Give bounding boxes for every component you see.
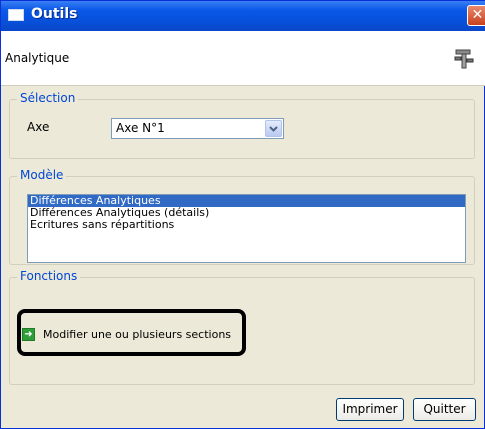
selection-group: Sélection Axe Axe N°1 bbox=[9, 91, 475, 159]
window-icon bbox=[8, 9, 24, 21]
axe-dropdown-value: Axe N°1 bbox=[116, 121, 165, 135]
modele-listbox[interactable]: Différences Analytiques Différences Anal… bbox=[27, 194, 466, 263]
axe-dropdown-button[interactable] bbox=[265, 120, 282, 137]
modele-group: Modèle Différences Analytiques Différenc… bbox=[9, 168, 475, 265]
outils-window: Outils ✕ Analytique Sélection Axe Axe N°… bbox=[0, 0, 485, 429]
annotation-highlight bbox=[17, 309, 246, 356]
header-label: Analytique bbox=[5, 51, 70, 65]
modele-legend: Modèle bbox=[17, 168, 67, 182]
axe-label: Axe bbox=[27, 120, 50, 134]
axe-dropdown[interactable]: Axe N°1 bbox=[111, 118, 284, 139]
quitter-button[interactable]: Quitter bbox=[413, 398, 476, 421]
selection-legend: Sélection bbox=[17, 91, 79, 105]
modele-list-item[interactable]: Ecritures sans répartitions bbox=[28, 219, 465, 231]
fonctions-legend: Fonctions bbox=[17, 269, 81, 283]
title-bar[interactable]: Outils ✕ bbox=[1, 1, 485, 31]
window-title: Outils bbox=[31, 6, 78, 22]
chevron-down-icon bbox=[269, 126, 278, 132]
tools-icon bbox=[454, 49, 474, 69]
imprimer-button[interactable]: Imprimer bbox=[336, 398, 404, 421]
close-button[interactable]: ✕ bbox=[467, 5, 485, 26]
header-bar: Analytique bbox=[1, 31, 485, 86]
